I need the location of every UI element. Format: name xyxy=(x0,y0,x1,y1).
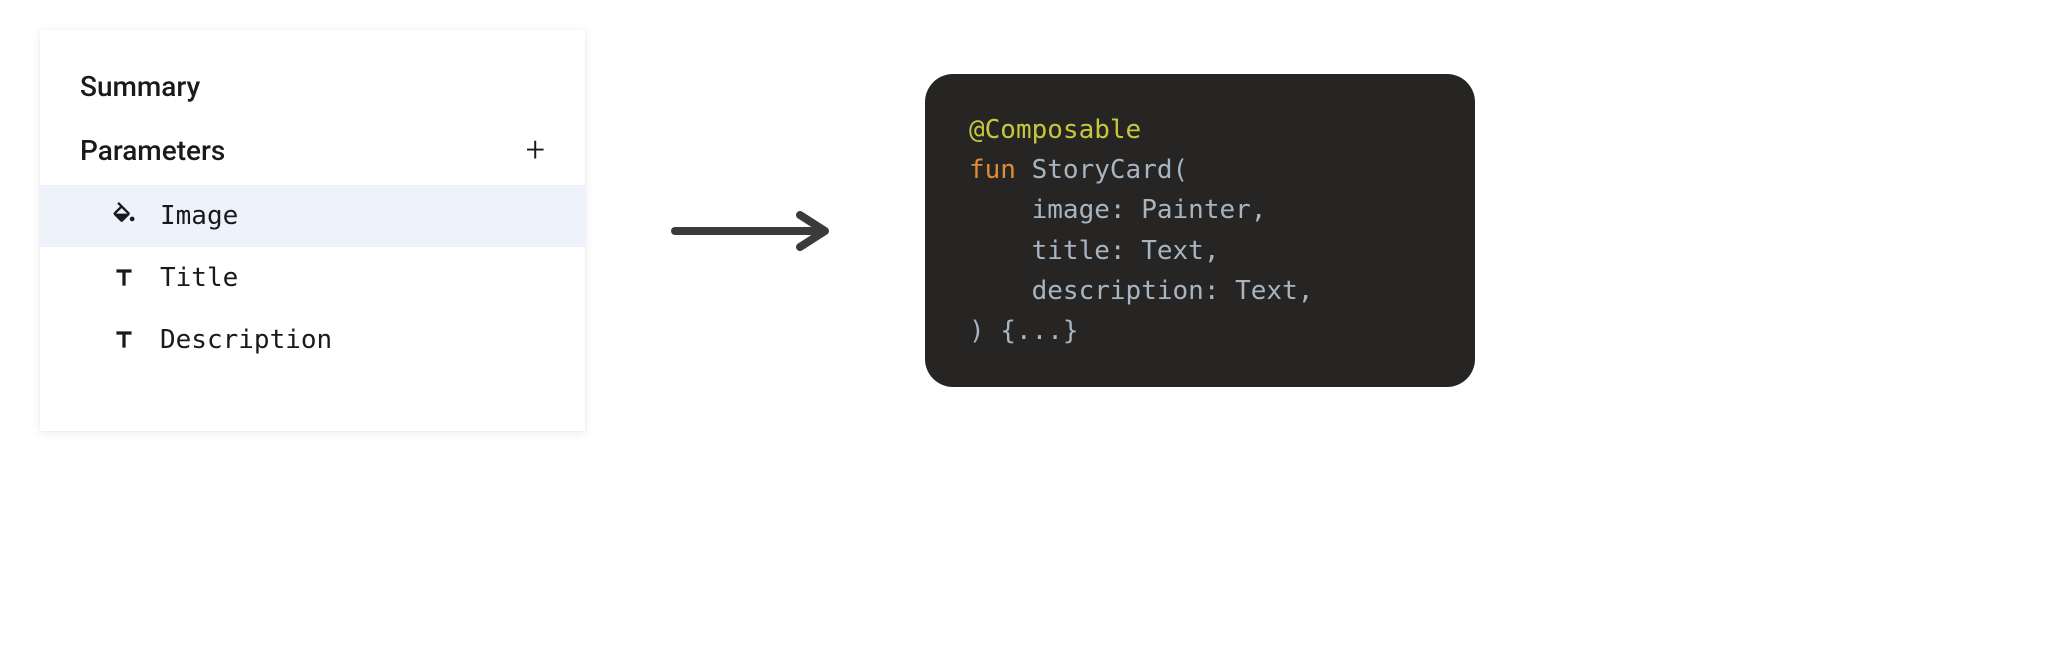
arrow-icon xyxy=(665,211,845,251)
code-param-name: title xyxy=(1032,236,1110,266)
properties-panel: Summary Parameters + Image Title xyxy=(40,30,585,431)
code-close: ) {...} xyxy=(969,316,1079,346)
text-icon xyxy=(110,326,138,354)
parameters-header-row: Parameters + xyxy=(40,133,585,185)
code-open-paren: ( xyxy=(1173,155,1189,185)
code-annotation: @Composable xyxy=(969,115,1141,145)
code-keyword-fun: fun xyxy=(969,155,1016,185)
parameters-header: Parameters xyxy=(80,134,225,167)
parameter-row-image[interactable]: Image xyxy=(40,185,585,247)
code-preview: @Composable fun StoryCard( image: Painte… xyxy=(925,74,1475,388)
code-block: @Composable fun StoryCard( image: Painte… xyxy=(969,110,1431,352)
code-param-type: Text xyxy=(1235,276,1298,306)
parameter-label: Description xyxy=(160,325,332,355)
fill-icon xyxy=(110,202,138,230)
code-param-type: Painter xyxy=(1141,195,1251,225)
parameter-row-description[interactable]: Description xyxy=(40,309,585,371)
code-function-name: StoryCard xyxy=(1032,155,1173,185)
summary-header: Summary xyxy=(40,70,585,133)
parameter-label: Image xyxy=(160,201,238,231)
text-icon xyxy=(110,264,138,292)
parameter-label: Title xyxy=(160,263,238,293)
code-param-name: image xyxy=(1032,195,1110,225)
code-param-name: description xyxy=(1032,276,1204,306)
add-parameter-button[interactable]: + xyxy=(526,133,545,167)
parameter-row-title[interactable]: Title xyxy=(40,247,585,309)
code-param-type: Text xyxy=(1141,236,1204,266)
